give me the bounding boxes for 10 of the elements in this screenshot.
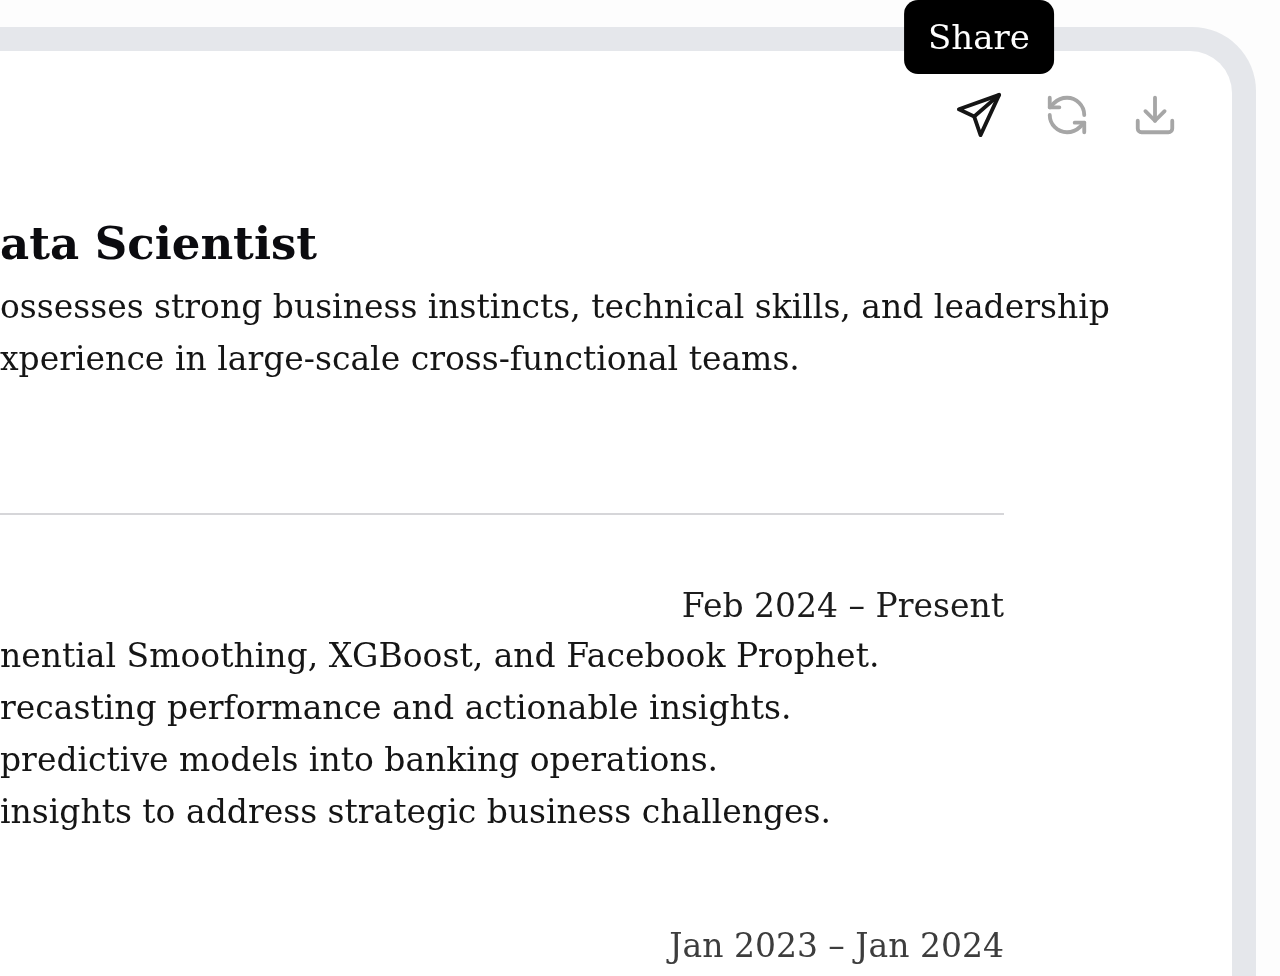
bullet-text: predictive models into banking operations. (0, 739, 719, 781)
paper-plane-icon (956, 92, 1002, 138)
job-title: ata Scientist (0, 216, 318, 272)
bullet-text: nential Smoothing, XGBoost, and Facebook Prophet. (0, 635, 880, 677)
bullet-text: insights to address strategic business challenges. (0, 791, 832, 833)
tooltip: Share (904, 0, 1054, 74)
share-button[interactable] (956, 92, 1002, 138)
summary-paragraph: ossesses strong business instincts, technical skills, and leadership xperience in large-scale cross-functional teams. (0, 286, 1110, 380)
bullet-text: recasting performance and actionable insights. (0, 687, 792, 729)
date-range: Feb 2024 – Present (681, 585, 1004, 627)
